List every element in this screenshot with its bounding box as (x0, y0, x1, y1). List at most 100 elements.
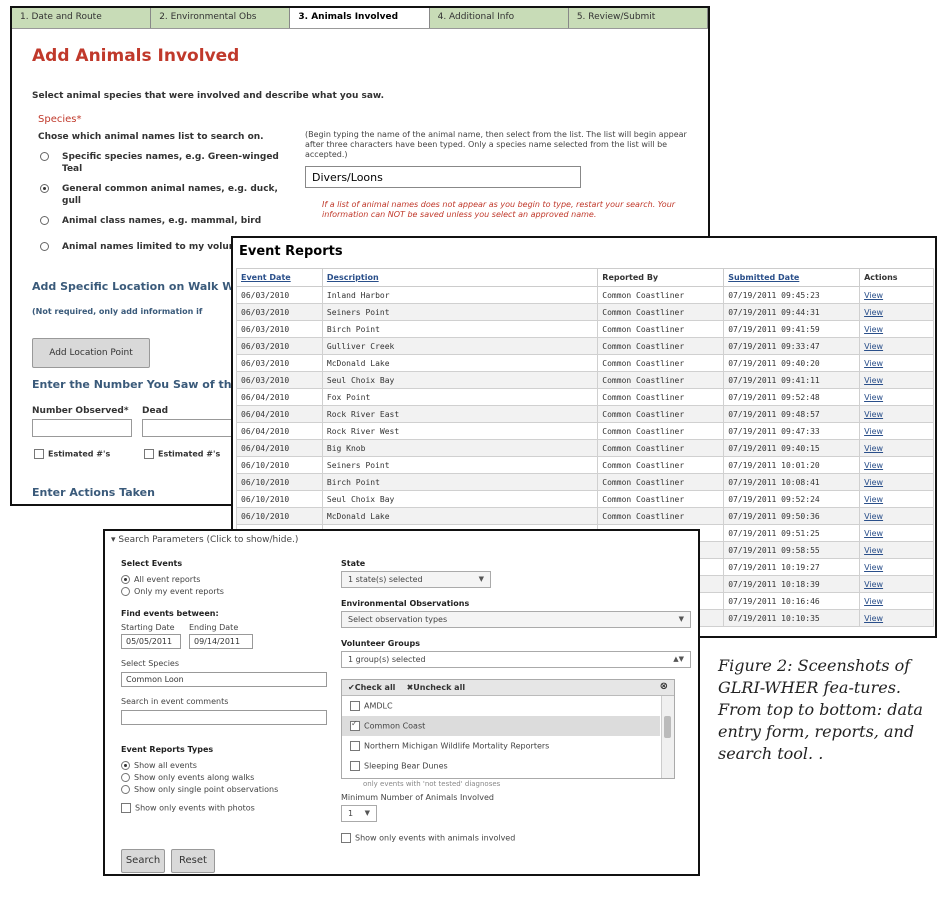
view-link[interactable]: View (859, 286, 934, 304)
checkbox[interactable] (34, 449, 44, 459)
starting-date-input[interactable]: 05/05/2011 (121, 634, 181, 649)
radio-button-selected[interactable] (121, 761, 130, 770)
step-tab-review[interactable]: 5. Review/Submit (568, 8, 708, 28)
env-observations-select[interactable]: Select observation types ▼ (341, 611, 691, 628)
view-link[interactable]: View (859, 592, 934, 610)
type-walks-radio[interactable]: Show only events along walks (121, 773, 254, 782)
checkbox[interactable] (121, 803, 131, 813)
species-option-general[interactable]: General common animal names, e.g. duck, … (40, 183, 290, 207)
uncheck-all-button[interactable]: ✖Uncheck all (407, 683, 466, 692)
photos-only-checkbox[interactable]: Show only events with photos (121, 803, 255, 813)
species-search-input[interactable]: Common Loon (121, 672, 327, 687)
radio-button[interactable] (121, 785, 130, 794)
view-link[interactable]: View (859, 558, 934, 576)
ending-date-input[interactable]: 09/14/2011 (189, 634, 253, 649)
radio-button[interactable] (40, 152, 49, 161)
cell-event-date: 06/03/2010 (236, 320, 323, 338)
view-link[interactable]: View (859, 371, 934, 389)
cell-event-date: 06/04/2010 (236, 422, 323, 440)
radio-button[interactable] (121, 773, 130, 782)
search-button[interactable]: Search (121, 849, 165, 873)
view-link[interactable]: View (859, 490, 934, 508)
radio-button[interactable] (121, 587, 130, 596)
dead-input[interactable] (142, 419, 232, 437)
animals-only-checkbox[interactable]: Show only events with animals involved (341, 833, 515, 843)
step-tab-additional[interactable]: 4. Additional Info (429, 8, 569, 28)
state-select[interactable]: 1 state(s) selected ▼ (341, 571, 491, 588)
number-observed-input[interactable] (32, 419, 132, 437)
view-link[interactable]: View (859, 541, 934, 559)
group-item[interactable]: Common Coast (342, 716, 660, 736)
radio-button-selected[interactable] (40, 184, 49, 193)
view-link[interactable]: View (859, 609, 934, 627)
column-header-submitted-date[interactable]: Submitted Date (723, 268, 861, 287)
search-parameters-toggle[interactable]: ▾ Search Parameters (Click to show/hide.… (111, 535, 298, 545)
scrollbar-thumb[interactable] (664, 716, 671, 738)
number-heading: Enter the Number You Saw of this (32, 378, 242, 391)
checkbox-checked[interactable] (350, 719, 360, 731)
checkbox[interactable] (341, 833, 351, 843)
view-link[interactable]: View (859, 303, 934, 321)
view-link[interactable]: View (859, 473, 934, 491)
env-observations-label: Environmental Observations (341, 599, 470, 608)
checkbox[interactable] (144, 449, 154, 459)
view-link[interactable]: View (859, 456, 934, 474)
view-link[interactable]: View (859, 388, 934, 406)
close-icon[interactable]: ⊗ (660, 681, 668, 692)
checkbox[interactable] (350, 741, 360, 751)
group-item[interactable]: Northern Michigan Wildlife Mortality Rep… (342, 736, 660, 756)
step-tab-animals[interactable]: 3. Animals Involved (290, 8, 430, 28)
type-all-radio[interactable]: Show all events (121, 761, 197, 770)
checkbox[interactable] (350, 761, 360, 771)
volunteer-groups-label: Volunteer Groups (341, 639, 420, 648)
species-option-specific[interactable]: Specific species names, e.g. Green-winge… (40, 151, 290, 175)
volunteer-groups-select[interactable]: 1 group(s) selected ▲▼ (341, 651, 691, 668)
check-all-button[interactable]: ✔Check all (348, 683, 395, 692)
view-link[interactable]: View (859, 422, 934, 440)
cell-submitted-date: 07/19/2011 09:33:47 (723, 337, 861, 355)
min-animals-select[interactable]: 1 ▼ (341, 805, 377, 822)
cell-submitted-date: 07/19/2011 09:40:15 (723, 439, 861, 457)
column-header-description[interactable]: Description (321, 268, 599, 287)
my-reports-radio[interactable]: Only my event reports (121, 587, 224, 596)
view-link[interactable]: View (859, 507, 934, 525)
cell-reported-by: Common Coastliner (597, 371, 725, 389)
step-tab-date-route[interactable]: 1. Date and Route (12, 8, 152, 28)
species-option-class[interactable]: Animal class names, e.g. mammal, bird (40, 215, 290, 227)
species-label: Species* (38, 114, 82, 125)
view-link[interactable]: View (859, 524, 934, 542)
add-location-button[interactable]: Add Location Point (32, 338, 150, 368)
reset-button[interactable]: Reset (171, 849, 215, 873)
select-species-label: Select Species (121, 659, 180, 668)
type-single-radio[interactable]: Show only single point observations (121, 785, 278, 794)
view-link[interactable]: View (859, 439, 934, 457)
view-link[interactable]: View (859, 575, 934, 593)
estimated-checkbox-1[interactable]: Estimated #'s (34, 449, 110, 459)
column-header-event-date[interactable]: Event Date (236, 268, 323, 287)
group-item[interactable]: AMDLC (342, 696, 660, 716)
estimated-checkbox-2[interactable]: Estimated #'s (144, 449, 220, 459)
cell-submitted-date: 07/19/2011 09:50:36 (723, 507, 861, 525)
all-reports-radio[interactable]: All event reports (121, 575, 200, 584)
dropdown-scrollbar[interactable] (661, 696, 674, 778)
cell-submitted-date: 07/19/2011 10:01:20 (723, 456, 861, 474)
view-link[interactable]: View (859, 337, 934, 355)
step-tab-environmental[interactable]: 2. Environmental Obs (151, 8, 291, 28)
cell-submitted-date: 07/19/2011 10:19:27 (723, 558, 861, 576)
cell-description: Birch Point (321, 473, 599, 491)
view-link[interactable]: View (859, 405, 934, 423)
ending-date-label: Ending Date (189, 623, 239, 632)
dropdown-header: ✔Check all ✖Uncheck all ⊗ (342, 680, 674, 696)
cell-event-date: 06/04/2010 (236, 405, 323, 423)
comments-input[interactable] (121, 710, 327, 725)
view-link[interactable]: View (859, 354, 934, 372)
checkbox[interactable] (350, 701, 360, 711)
species-input[interactable] (305, 166, 581, 188)
table-row: 06/04/2010 Fox Point Common Coastliner 07/1… (236, 388, 934, 406)
group-item[interactable]: Sleeping Bear Dunes (342, 756, 660, 774)
radio-button[interactable] (40, 242, 49, 251)
table-row: 06/04/2010 Rock River East Common Coastlin… (236, 405, 934, 423)
radio-button-selected[interactable] (121, 575, 130, 584)
radio-button[interactable] (40, 216, 49, 225)
view-link[interactable]: View (859, 320, 934, 338)
